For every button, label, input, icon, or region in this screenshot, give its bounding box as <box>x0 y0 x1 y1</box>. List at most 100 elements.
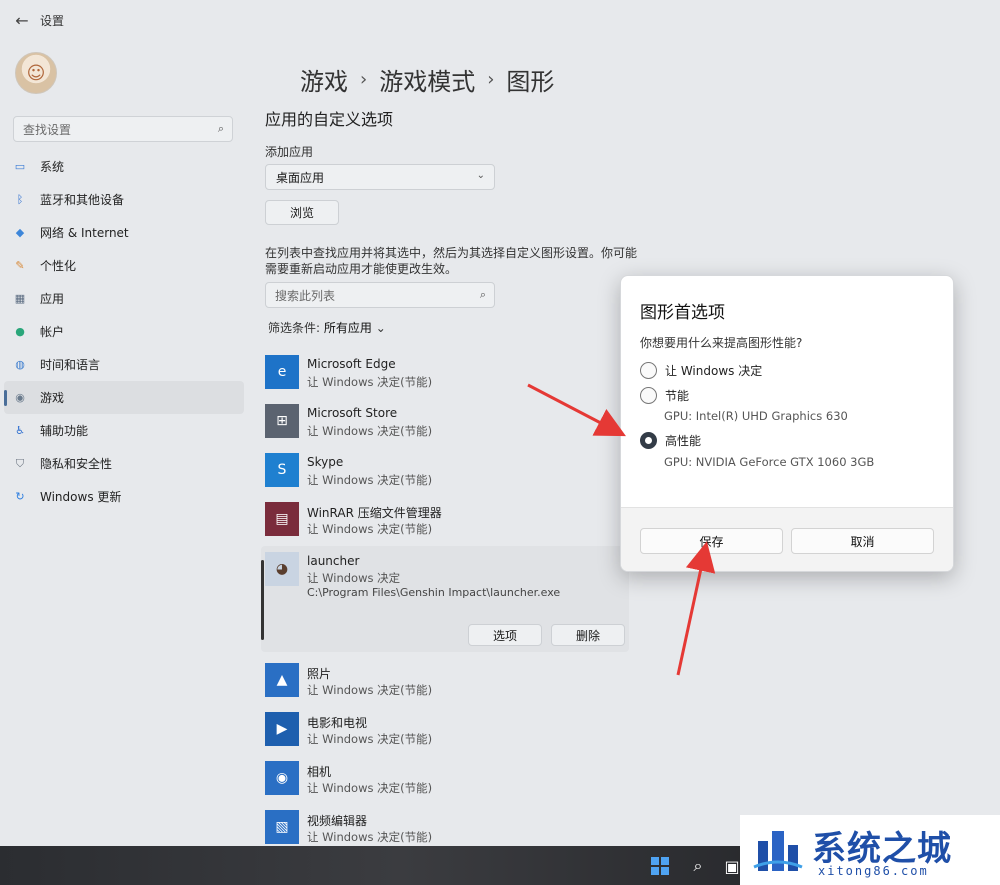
shield-icon: ⛉ <box>15 456 25 470</box>
expanded-app-item[interactable]: ◕ launcher 让 Windows 决定 C:\Program Files… <box>261 546 629 652</box>
breadcrumb-game-mode[interactable]: 游戏模式 <box>379 62 475 97</box>
app-list-item[interactable]: ◉ 相机让 Windows 决定(节能) <box>265 761 630 810</box>
app-name: 电影和电视 <box>307 716 368 730</box>
list-search-placeholder: 搜索此列表 <box>275 288 336 303</box>
sidebar-item-label: 隐私和安全性 <box>40 457 113 471</box>
sidebar-item[interactable]: ▦ 应用 <box>4 282 244 315</box>
genshin-launcher-icon: ◕ <box>265 552 299 586</box>
breadcrumb-separator: › <box>360 69 368 90</box>
app-list-item[interactable]: ▲ 照片让 Windows 决定(节能) <box>265 663 630 712</box>
radio-label: 让 Windows 决定 <box>665 363 763 378</box>
app-name: WinRAR 压缩文件管理器 <box>307 506 442 520</box>
app-gpu-setting: 让 Windows 决定(节能) <box>307 683 433 697</box>
dialog-question: 你想要用什么来提高图形性能? <box>640 336 803 350</box>
app-name: Microsoft Edge <box>307 357 396 371</box>
add-app-label: 添加应用 <box>265 145 314 159</box>
globe-clock-icon: ◍ <box>15 358 25 371</box>
settings-search-input[interactable]: 查找设置 ⌕ <box>13 116 233 142</box>
task-view-icon[interactable]: ▣ <box>722 856 742 876</box>
arrow-left-icon: ← <box>15 10 29 30</box>
app-list-item[interactable]: ⊞ Microsoft Store 让 Windows 决定(节能) <box>265 404 630 453</box>
sidebar-item-label: 系统 <box>40 160 65 174</box>
brush-icon: ✎ <box>15 259 25 272</box>
person-icon: ● <box>15 325 25 338</box>
app-name: Microsoft Store <box>307 406 398 420</box>
watermark-url: xitong86.com <box>818 864 929 878</box>
sidebar-item-label: 游戏 <box>40 391 65 405</box>
browse-button[interactable]: 浏览 <box>265 200 339 225</box>
radio-label: 高性能 <box>665 433 702 448</box>
radio-high-performance[interactable]: 高性能 <box>640 430 701 450</box>
save-button[interactable]: 保存 <box>640 528 783 554</box>
breadcrumb-separator: › <box>487 69 495 90</box>
delete-button[interactable]: 删除 <box>551 624 625 646</box>
camera-icon: ◉ <box>265 761 299 795</box>
app-type-select[interactable]: 桌面应用 ⌄ <box>265 164 495 190</box>
filter-label: 筛选条件: <box>268 321 321 335</box>
sidebar-item[interactable]: ● 帐户 <box>4 315 244 348</box>
back-button[interactable]: ← <box>12 10 32 30</box>
update-icon: ↻ <box>15 490 25 503</box>
avatar[interactable]: ☺ <box>15 52 57 94</box>
app-list-item[interactable]: ▤ WinRAR 压缩文件管理器让 Windows 决定(节能) <box>265 502 630 551</box>
sidebar-item-label: 辅助功能 <box>40 424 89 438</box>
radio-button[interactable] <box>640 431 657 449</box>
sidebar-item-label: 网络 & Internet <box>40 226 129 240</box>
app-name: 视频编辑器 <box>307 814 368 828</box>
app-gpu-setting: 让 Windows 决定(节能) <box>307 473 433 487</box>
page-title: 图形 <box>506 68 555 96</box>
list-search-input[interactable]: 搜索此列表 ⌕ <box>265 282 495 308</box>
radio-button[interactable] <box>640 361 657 379</box>
movies-tv-icon: ▶ <box>265 712 299 746</box>
cancel-button[interactable]: 取消 <box>791 528 934 554</box>
sidebar-item[interactable]: ⛉ 隐私和安全性 <box>4 447 244 480</box>
radio-let-windows-decide[interactable]: 让 Windows 决定 <box>640 360 762 380</box>
app-list-item[interactable]: ▶ 电影和电视让 Windows 决定(节能) <box>265 712 630 761</box>
accessibility-icon: ♿ <box>15 424 25 437</box>
sidebar-item-label: Windows 更新 <box>40 490 122 504</box>
sidebar-item[interactable]: ◍ 时间和语言 <box>4 348 244 381</box>
app-gpu-setting: 让 Windows 决定(节能) <box>307 732 433 746</box>
sidebar-item[interactable]: ↻ Windows 更新 <box>4 480 244 513</box>
radio-power-saving[interactable]: 节能 <box>640 385 689 405</box>
bluetooth-icon: ᛒ <box>16 193 24 206</box>
app-name: launcher <box>307 554 360 568</box>
app-list-item[interactable]: e Microsoft Edge 让 Windows 决定(节能) <box>265 355 630 404</box>
sidebar-item-label: 帐户 <box>40 325 65 339</box>
options-button[interactable]: 选项 <box>468 624 542 646</box>
sidebar-item[interactable]: ♿ 辅助功能 <box>4 414 244 447</box>
app-list-item[interactable]: S Skype 让 Windows 决定(节能) <box>265 453 630 502</box>
skype-icon: S <box>265 453 299 487</box>
sidebar-item[interactable]: ✎ 个性化 <box>4 249 244 282</box>
winrar-icon: ▤ <box>265 502 299 536</box>
app-gpu-setting: 让 Windows 决定(节能) <box>307 424 433 438</box>
sidebar-nav: ▭ 系统 ᛒ 蓝牙和其他设备 ◆ 网络 & Internet ✎ 个性化 ▦ 应用 ● 帐户 ◍ 时间和语… <box>4 150 244 513</box>
app-name: Skype <box>307 455 344 469</box>
search-icon: ⌕ <box>479 288 486 301</box>
instructions-text: 在列表中查找应用并将其选中，然后为其选择自定义图形设置。你可能需要重新启动应用才… <box>265 246 638 276</box>
breadcrumb-games[interactable]: 游戏 <box>300 62 348 97</box>
edge-icon: e <box>265 355 299 389</box>
wifi-icon: ◆ <box>15 226 25 239</box>
app-name: 相机 <box>307 765 332 779</box>
photos-icon: ▲ <box>265 663 299 697</box>
app-path: C:\Program Files\Genshin Impact\launcher… <box>307 586 561 599</box>
filter-dropdown[interactable]: 筛选条件: 所有应用 ⌄ <box>268 319 386 336</box>
app-gpu-setting: 让 Windows 决定(节能) <box>307 375 433 389</box>
dialog-footer: 保存 取消 <box>621 507 953 571</box>
watermark-title: 系统之城 <box>812 829 952 869</box>
sidebar-item-label: 时间和语言 <box>40 358 101 372</box>
section-title: 应用的自定义选项 <box>265 110 394 129</box>
select-value: 桌面应用 <box>276 170 325 185</box>
dialog-title: 图形首选项 <box>640 303 725 323</box>
sidebar-item[interactable]: ◆ 网络 & Internet <box>4 216 244 249</box>
search-icon[interactable]: ⌕ <box>688 856 708 876</box>
sidebar-item[interactable]: ᛒ 蓝牙和其他设备 <box>4 183 244 216</box>
sidebar-item[interactable]: ▭ 系统 <box>4 150 244 183</box>
radio-button[interactable] <box>640 386 657 404</box>
sidebar-item[interactable]: ◉ 游戏 <box>4 381 244 414</box>
gpu-info: GPU: NVIDIA GeForce GTX 1060 3GB <box>664 455 875 469</box>
app-gpu-setting: 让 Windows 决定(节能) <box>307 522 433 536</box>
windows-start-icon[interactable] <box>650 856 670 876</box>
title-bar: ← 设置 <box>0 0 1000 40</box>
